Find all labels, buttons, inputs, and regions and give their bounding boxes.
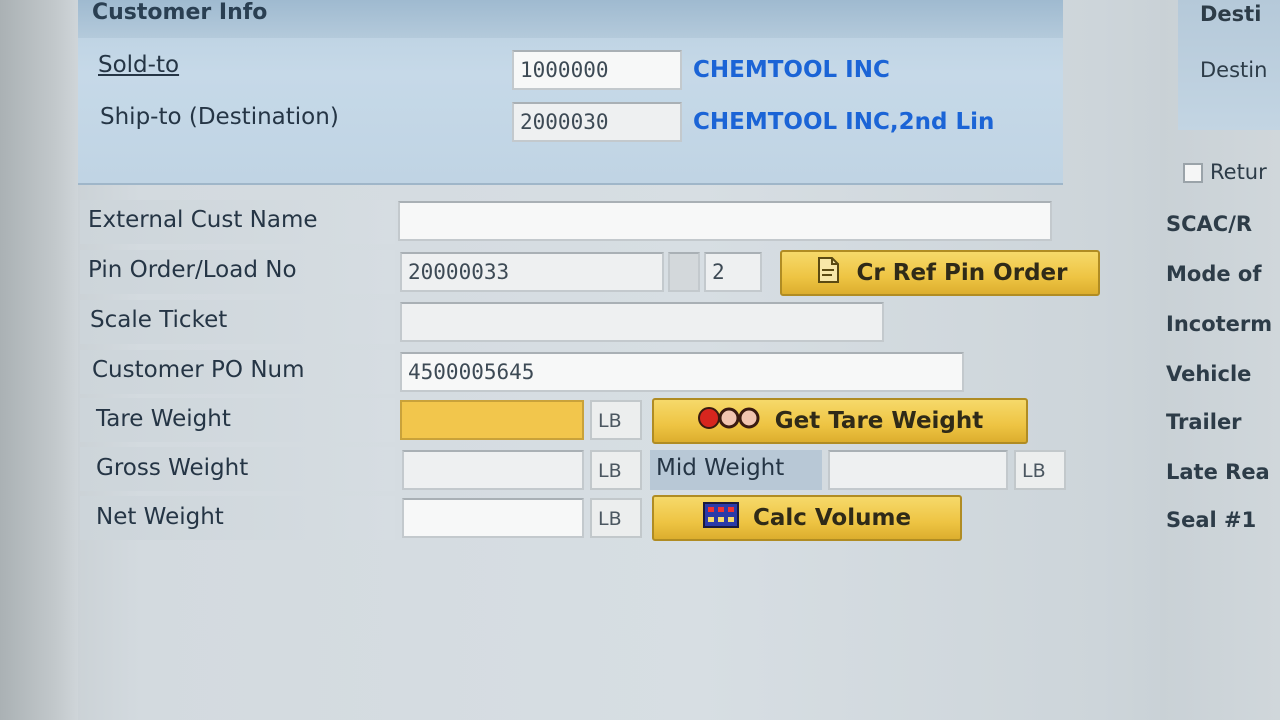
sold-to-input[interactable]: 1000000 (512, 50, 682, 90)
net-weight-label: Net Weight (96, 504, 224, 530)
seal-1-label: Seal #1 (1166, 508, 1257, 532)
net-weight-unit[interactable]: LB (590, 498, 642, 538)
destination-label: Destin (1200, 58, 1268, 82)
scale-ticket-input[interactable] (400, 302, 884, 342)
trailer-label: Trailer (1166, 410, 1242, 434)
vehicle-label: Vehicle (1166, 362, 1252, 386)
calculator-icon (702, 502, 739, 534)
ship-to-name: CHEMTOOL INC,2nd Lin (693, 109, 995, 135)
gross-weight-input[interactable] (402, 450, 584, 490)
mode-of-transport-label: Mode of (1166, 262, 1262, 286)
net-weight-input[interactable] (402, 498, 584, 538)
scac-label: SCAC/R (1166, 212, 1253, 236)
get-tare-weight-label: Get Tare Weight (774, 408, 984, 434)
calc-volume-label: Calc Volume (752, 505, 912, 531)
incoterm-label: Incoterm (1166, 312, 1273, 336)
document-icon (813, 255, 843, 291)
customer-info-header: Customer Info (78, 0, 1063, 38)
ship-to-input[interactable]: 2000030 (512, 102, 682, 142)
cr-ref-pin-order-label: Cr Ref Pin Order (856, 260, 1068, 286)
pin-order-label: Pin Order/Load No (88, 257, 297, 283)
late-reason-label: Late Rea (1166, 460, 1270, 484)
mid-weight-input[interactable] (828, 450, 1008, 490)
scale-icon (697, 405, 761, 437)
get-tare-weight-button[interactable]: Get Tare Weight (652, 398, 1028, 444)
window-left-frame (0, 0, 78, 720)
load-no-input[interactable]: 2 (704, 252, 762, 292)
right-panel-title: Desti (1200, 2, 1262, 26)
sold-to-name: CHEMTOOL INC (693, 57, 890, 83)
calc-volume-button[interactable]: Calc Volume (652, 495, 962, 541)
external-cust-name-label: External Cust Name (88, 207, 318, 233)
pin-order-spacer (668, 252, 700, 292)
sold-to-label[interactable]: Sold-to (98, 52, 179, 78)
return-label: Retur (1210, 160, 1267, 184)
customer-info-title: Customer Info (92, 0, 268, 25)
pin-order-input[interactable]: 20000033 (400, 252, 664, 292)
return-checkbox[interactable] (1183, 163, 1203, 183)
tare-weight-unit[interactable]: LB (590, 400, 642, 440)
gross-weight-unit[interactable]: LB (590, 450, 642, 490)
ship-to-label: Ship-to (Destination) (100, 104, 339, 130)
external-cust-name-input[interactable] (398, 201, 1052, 241)
customer-po-label: Customer PO Num (92, 357, 305, 383)
cr-ref-pin-order-button[interactable]: Cr Ref Pin Order (780, 250, 1100, 296)
mid-weight-label: Mid Weight (650, 450, 822, 490)
customer-po-input[interactable]: 4500005645 (400, 352, 964, 392)
gross-weight-label: Gross Weight (96, 455, 249, 481)
tare-weight-label: Tare Weight (96, 406, 231, 432)
mid-weight-unit[interactable]: LB (1014, 450, 1066, 490)
scale-ticket-label: Scale Ticket (90, 307, 228, 333)
tare-weight-input[interactable] (400, 400, 584, 440)
